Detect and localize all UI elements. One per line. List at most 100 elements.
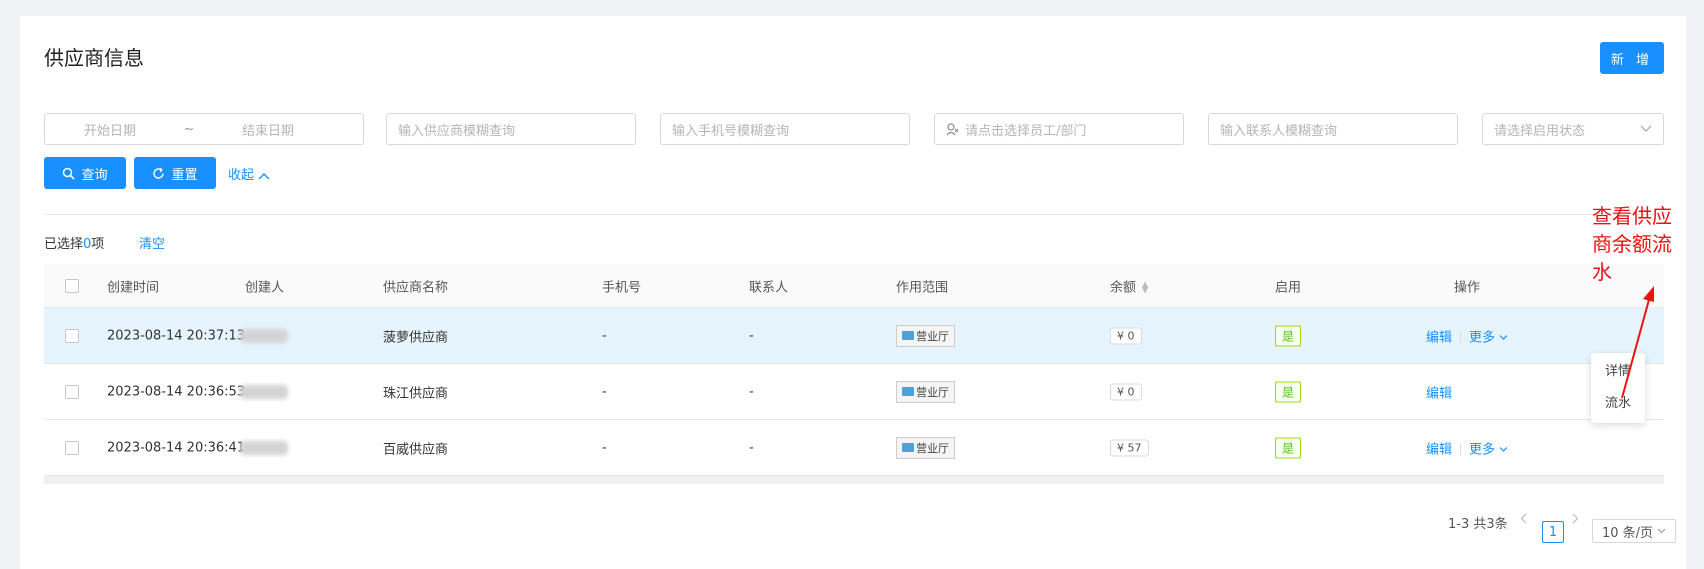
filter-divider	[44, 214, 1664, 215]
selection-prefix: 已选择	[44, 237, 84, 252]
prev-page-button[interactable]	[1520, 513, 1527, 524]
folder-icon	[902, 443, 914, 452]
contact: -	[749, 440, 754, 455]
end-date-input[interactable]: 结束日期	[203, 120, 333, 139]
contact-search-input[interactable]: 输入联系人模糊查询	[1208, 113, 1458, 145]
col-phone: 手机号	[602, 280, 642, 295]
supplier-search-input[interactable]: 输入供应商模糊查询	[386, 113, 636, 145]
scope-label: 营业厅	[916, 329, 949, 343]
creator-blurred	[240, 384, 288, 399]
action-separator	[1460, 443, 1462, 456]
phone: -	[602, 328, 607, 343]
more-label: 更多	[1469, 442, 1496, 457]
dropdown-item-details[interactable]: 详情	[1591, 356, 1645, 388]
dropdown-item-transactions[interactable]: 流水	[1591, 388, 1645, 420]
next-page-button[interactable]	[1572, 513, 1579, 524]
reset-button[interactable]: 重置	[134, 157, 216, 189]
phone: -	[602, 384, 607, 399]
start-date-input[interactable]: 开始日期	[45, 120, 175, 139]
chevron-down-icon	[1499, 335, 1508, 340]
page-1-button[interactable]: 1	[1542, 521, 1564, 543]
scope-tag: 营业厅	[896, 436, 955, 459]
user-select-icon	[946, 122, 959, 137]
creator-blurred	[240, 328, 288, 343]
staff-select-input[interactable]: 请点击选择员工/部门	[934, 113, 1184, 145]
phone: -	[602, 440, 607, 455]
pagination-total: 1-3 共3条	[1448, 517, 1508, 532]
search-icon	[62, 166, 76, 181]
collapse-toggle[interactable]: 收起	[228, 164, 270, 183]
supplier-name: 百威供应商	[383, 442, 449, 457]
more-label: 更多	[1469, 330, 1496, 345]
date-range-picker[interactable]: 开始日期 ~ 结束日期	[44, 113, 364, 145]
search-button-label: 查询	[81, 167, 108, 183]
folder-icon	[902, 387, 914, 396]
page-size-label: 10 条/页	[1601, 525, 1654, 541]
col-created-time: 创建时间	[107, 280, 160, 295]
annotation-text: 查看供应商余额流水	[1592, 204, 1672, 284]
enabled-tag: 是	[1275, 437, 1302, 458]
more-dropdown-menu: 详情 流水	[1591, 353, 1645, 423]
created-time: 2023-08-14 20:37:13	[107, 328, 246, 343]
row-checkbox[interactable]	[65, 384, 79, 399]
balance-tag: ¥ 0	[1110, 327, 1142, 344]
status-select[interactable]: 请选择启用状态	[1482, 113, 1664, 145]
action-separator	[1460, 331, 1462, 344]
edit-link[interactable]: 编辑	[1426, 330, 1452, 345]
table-row: 2023-08-14 20:36:53 珠江供应商 - - 营业厅 ¥ 0 是 …	[44, 364, 1664, 420]
chevron-down-icon	[1499, 447, 1508, 452]
contact: -	[749, 384, 754, 399]
col-balance[interactable]: 余额 ▲ ▼	[1110, 276, 1148, 295]
supplier-name: 珠江供应商	[383, 386, 449, 401]
supplier-name: 菠萝供应商	[383, 330, 449, 345]
folder-icon	[902, 331, 914, 340]
selection-info: 已选择0项	[44, 233, 104, 252]
scope-label: 营业厅	[916, 441, 949, 455]
col-enabled: 启用	[1275, 280, 1302, 295]
col-creator: 创建人	[245, 280, 285, 295]
more-link[interactable]: 更多	[1469, 442, 1508, 457]
enabled-tag: 是	[1275, 381, 1302, 402]
creator-blurred	[240, 440, 288, 455]
created-time: 2023-08-14 20:36:53	[107, 384, 246, 399]
col-supplier-name: 供应商名称	[383, 280, 449, 295]
collapse-label: 收起	[228, 168, 255, 183]
staff-select-placeholder: 请点击选择员工/部门	[965, 123, 1087, 139]
col-balance-label: 余额	[1110, 280, 1137, 295]
table-scrollbar[interactable]	[44, 476, 1664, 484]
balance-tag: ¥ 57	[1110, 439, 1149, 456]
scope-tag: 营业厅	[896, 380, 955, 403]
scope-label: 营业厅	[916, 385, 949, 399]
balance-tag: ¥ 0	[1110, 383, 1142, 400]
row-actions: 编辑	[1426, 382, 1452, 401]
search-button[interactable]: 查询	[44, 157, 126, 189]
table-row: 2023-08-14 20:36:41 百威供应商 - - 营业厅 ¥ 57 是…	[44, 420, 1664, 476]
sort-icon[interactable]: ▲ ▼	[1142, 280, 1148, 294]
range-separator: ~	[183, 121, 195, 137]
reset-button-label: 重置	[171, 167, 198, 183]
status-select-placeholder: 请选择启用状态	[1494, 123, 1586, 139]
table-row: 2023-08-14 20:37:13 菠萝供应商 - - 营业厅 ¥ 0 是 …	[44, 308, 1664, 364]
col-scope: 作用范围	[896, 280, 949, 295]
phone-search-input[interactable]: 输入手机号模糊查询	[660, 113, 910, 145]
row-checkbox[interactable]	[65, 328, 79, 343]
page-size-select[interactable]: 10 条/页	[1592, 519, 1676, 543]
add-button[interactable]: 新 增	[1600, 42, 1664, 74]
row-actions: 编辑 更多	[1426, 438, 1508, 457]
edit-link[interactable]: 编辑	[1426, 442, 1452, 457]
main-card: 供应商信息 新 增 开始日期 ~ 结束日期 输入供应商模糊查询 输入手机号模糊查…	[20, 16, 1686, 569]
chevron-left-icon	[1520, 513, 1527, 524]
select-all-checkbox[interactable]	[65, 278, 79, 293]
more-link[interactable]: 更多	[1469, 330, 1508, 345]
page-title: 供应商信息	[44, 46, 144, 70]
col-contact: 联系人	[749, 280, 789, 295]
row-actions: 编辑 更多	[1426, 326, 1508, 345]
refresh-icon	[152, 166, 165, 181]
contact: -	[749, 328, 754, 343]
supplier-table: 创建时间 创建人 供应商名称 手机号 联系人 作用范围 余额 ▲ ▼ 启用 操作 2…	[44, 264, 1664, 484]
table-header: 创建时间 创建人 供应商名称 手机号 联系人 作用范围 余额 ▲ ▼ 启用 操作	[44, 264, 1664, 308]
row-checkbox[interactable]	[65, 440, 79, 455]
chevron-right-icon	[1572, 513, 1579, 524]
clear-selection-link[interactable]: 清空	[139, 233, 165, 252]
edit-link[interactable]: 编辑	[1426, 386, 1452, 401]
